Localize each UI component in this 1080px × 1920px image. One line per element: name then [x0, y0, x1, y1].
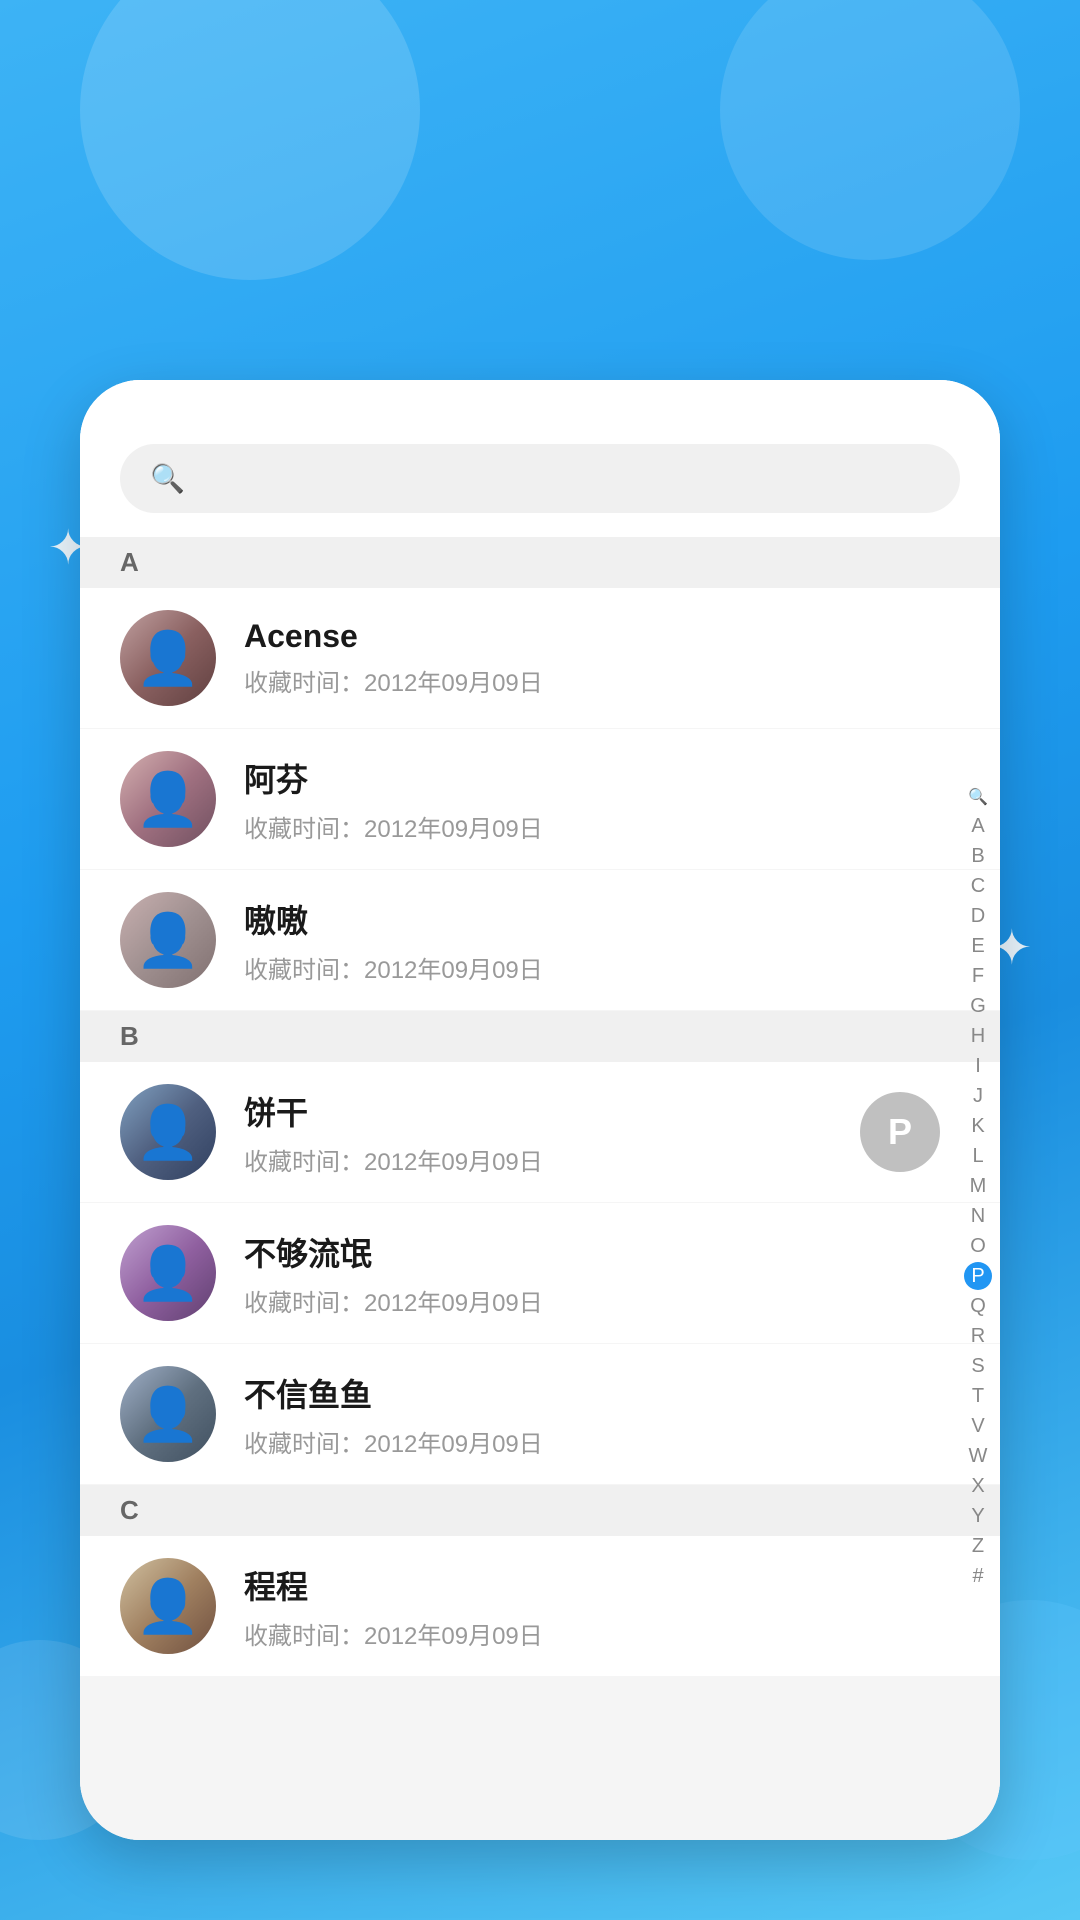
- contact-date: 收藏时间：2012年09月09日: [244, 1616, 960, 1651]
- avatar: 👤: [120, 1084, 216, 1180]
- alpha-item[interactable]: W: [964, 1442, 992, 1470]
- search-bar-wrapper: 🔍: [80, 428, 1000, 537]
- contact-date: 收藏时间：2012年09月09日: [244, 1142, 860, 1177]
- bg-circle-1: [80, 0, 420, 280]
- avatar: 👤: [120, 892, 216, 988]
- contact-date: 收藏时间：2012年09月09日: [244, 1424, 960, 1459]
- alpha-item[interactable]: Q: [964, 1292, 992, 1320]
- contact-info: 嗷嗷收藏时间：2012年09月09日: [244, 896, 960, 985]
- alpha-item[interactable]: Y: [964, 1502, 992, 1530]
- alpha-item[interactable]: Z: [964, 1532, 992, 1560]
- background: ✦ ✦ 🔍 A👤Acense: [0, 0, 1080, 1920]
- alpha-item[interactable]: N: [964, 1202, 992, 1230]
- alpha-item[interactable]: V: [964, 1412, 992, 1440]
- avatar: 👤: [120, 610, 216, 706]
- alpha-item[interactable]: E: [964, 932, 992, 960]
- header-section: [0, 120, 1080, 140]
- contact-name: 程程: [244, 1562, 960, 1608]
- alpha-item[interactable]: #: [964, 1562, 992, 1590]
- contact-date: 收藏时间：2012年09月09日: [244, 663, 960, 698]
- alpha-item[interactable]: D: [964, 902, 992, 930]
- contact-info: 不够流氓收藏时间：2012年09月09日: [244, 1229, 960, 1318]
- alpha-item[interactable]: H: [964, 1022, 992, 1050]
- avatar: 👤: [120, 1558, 216, 1654]
- contact-item[interactable]: 👤 不信鱼鱼收藏时间：2012年09月09日: [80, 1344, 1000, 1485]
- contact-info: 程程收藏时间：2012年09月09日: [244, 1562, 960, 1651]
- alpha-item[interactable]: K: [964, 1112, 992, 1140]
- avatar-face: 👤: [120, 751, 216, 847]
- search-bar[interactable]: 🔍: [120, 444, 960, 513]
- app-content: 🔍 A👤Acense收藏时间：2012年09月09日👤阿芬收藏时间：2012年0…: [80, 380, 1000, 1840]
- contact-info: Acense 收藏时间：2012年09月09日: [244, 618, 960, 698]
- avatar: 👤: [120, 1366, 216, 1462]
- avatar: 👤: [120, 1225, 216, 1321]
- alphabet-index: 🔍 ABCDEFGHIJKLMNOPQRSTVWXYZ#: [964, 537, 992, 1840]
- contact-name: 饼干: [244, 1088, 860, 1134]
- contact-item[interactable]: 👤 不够流氓收藏时间：2012年09月09日: [80, 1203, 1000, 1344]
- contact-date: 收藏时间：2012年09月09日: [244, 1283, 960, 1318]
- section-header-C: C: [80, 1485, 1000, 1536]
- contact-item[interactable]: 👤 饼干收藏时间：2012年09月09日P: [80, 1062, 1000, 1203]
- contact-info: 阿芬收藏时间：2012年09月09日: [244, 755, 960, 844]
- alpha-item[interactable]: M: [964, 1172, 992, 1200]
- alpha-item[interactable]: S: [964, 1352, 992, 1380]
- contact-info: 不信鱼鱼收藏时间：2012年09月09日: [244, 1370, 960, 1459]
- contact-info: 饼干收藏时间：2012年09月09日: [244, 1088, 860, 1177]
- contact-item[interactable]: 👤 阿芬收藏时间：2012年09月09日: [80, 729, 1000, 870]
- avatar-face: 👤: [120, 610, 216, 706]
- alpha-item[interactable]: A: [964, 812, 992, 840]
- contact-date: 收藏时间：2012年09月09日: [244, 950, 960, 985]
- alpha-item[interactable]: B: [964, 842, 992, 870]
- avatar-face: 👤: [120, 892, 216, 988]
- contact-name: Acense: [244, 618, 960, 655]
- alpha-item[interactable]: C: [964, 872, 992, 900]
- search-icon: 🔍: [150, 462, 185, 495]
- alpha-item[interactable]: O: [964, 1232, 992, 1260]
- top-bar: [80, 380, 1000, 428]
- avatar-face: 👤: [120, 1084, 216, 1180]
- avatar-face: 👤: [120, 1558, 216, 1654]
- alpha-item[interactable]: X: [964, 1472, 992, 1500]
- contact-name: 不信鱼鱼: [244, 1370, 960, 1416]
- alpha-item[interactable]: G: [964, 992, 992, 1020]
- alpha-item[interactable]: L: [964, 1142, 992, 1170]
- alpha-item[interactable]: J: [964, 1082, 992, 1110]
- avatar-face: 👤: [120, 1225, 216, 1321]
- alpha-item[interactable]: I: [964, 1052, 992, 1080]
- avatar-face: 👤: [120, 1366, 216, 1462]
- contact-item[interactable]: 👤 嗷嗷收藏时间：2012年09月09日: [80, 870, 1000, 1011]
- alpha-item[interactable]: 🔍: [964, 787, 992, 809]
- contact-list[interactable]: A👤Acense收藏时间：2012年09月09日👤阿芬收藏时间：2012年09月…: [80, 537, 1000, 1840]
- contact-item[interactable]: 👤 Acense 收藏时间：2012年09月09日: [80, 588, 1000, 729]
- avatar: 👤: [120, 751, 216, 847]
- alpha-item[interactable]: R: [964, 1322, 992, 1350]
- contact-name: 嗷嗷: [244, 896, 960, 942]
- phone-mockup: 🔍 A👤Acense收藏时间：2012年09月09日👤阿芬收藏时间：2012年0…: [80, 380, 1000, 1840]
- alpha-item[interactable]: T: [964, 1382, 992, 1410]
- contact-item[interactable]: 👤 程程收藏时间：2012年09月09日: [80, 1536, 1000, 1677]
- contact-name: 不够流氓: [244, 1229, 960, 1275]
- section-header-A: A: [80, 537, 1000, 588]
- contact-name: 阿芬: [244, 755, 960, 801]
- contact-date: 收藏时间：2012年09月09日: [244, 809, 960, 844]
- alpha-item[interactable]: F: [964, 962, 992, 990]
- alpha-item[interactable]: P: [964, 1262, 992, 1290]
- p-badge: P: [860, 1092, 940, 1172]
- section-header-B: B: [80, 1011, 1000, 1062]
